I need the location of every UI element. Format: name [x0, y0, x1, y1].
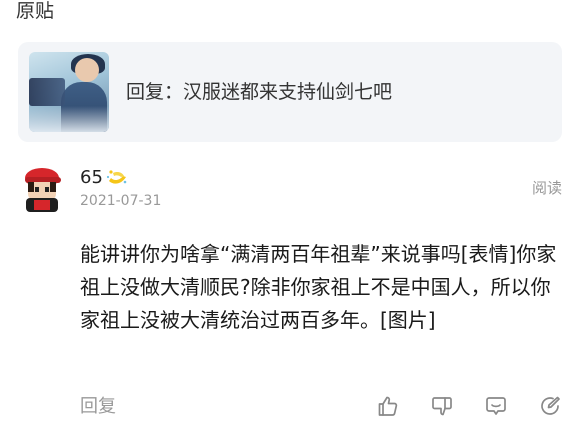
original-post-card[interactable]: 回复：汉服迷都来支持仙剑七吧 [18, 42, 562, 142]
original-post-thumbnail [29, 52, 109, 132]
original-post-title: 回复：汉服迷都来支持仙剑七吧 [126, 81, 393, 103]
thumbs-up-icon [378, 396, 398, 416]
edit-button[interactable] [536, 392, 564, 420]
action-bar [370, 392, 566, 420]
username[interactable]: 65 [80, 167, 103, 189]
dislike-button[interactable] [428, 392, 456, 420]
section-title: 原贴 [16, 0, 55, 22]
reply-button[interactable]: 回复 [80, 395, 116, 419]
user-avatar[interactable] [20, 164, 66, 214]
username-row: 65 [80, 166, 129, 190]
read-label[interactable]: 阅读 [532, 178, 562, 198]
like-button[interactable] [374, 392, 402, 420]
comment-button[interactable] [482, 392, 510, 420]
thumbs-down-icon [432, 397, 452, 416]
comment-body: 能讲讲你为啥拿“满清两百年祖辈”来说事吗[表情]你家祖上没做大清顺民?除非你家祖… [80, 242, 557, 332]
level-badge-icon [106, 170, 127, 184]
comment-icon [486, 397, 506, 415]
edit-icon [541, 396, 560, 415]
post-date: 2021-07-31 [80, 193, 162, 209]
